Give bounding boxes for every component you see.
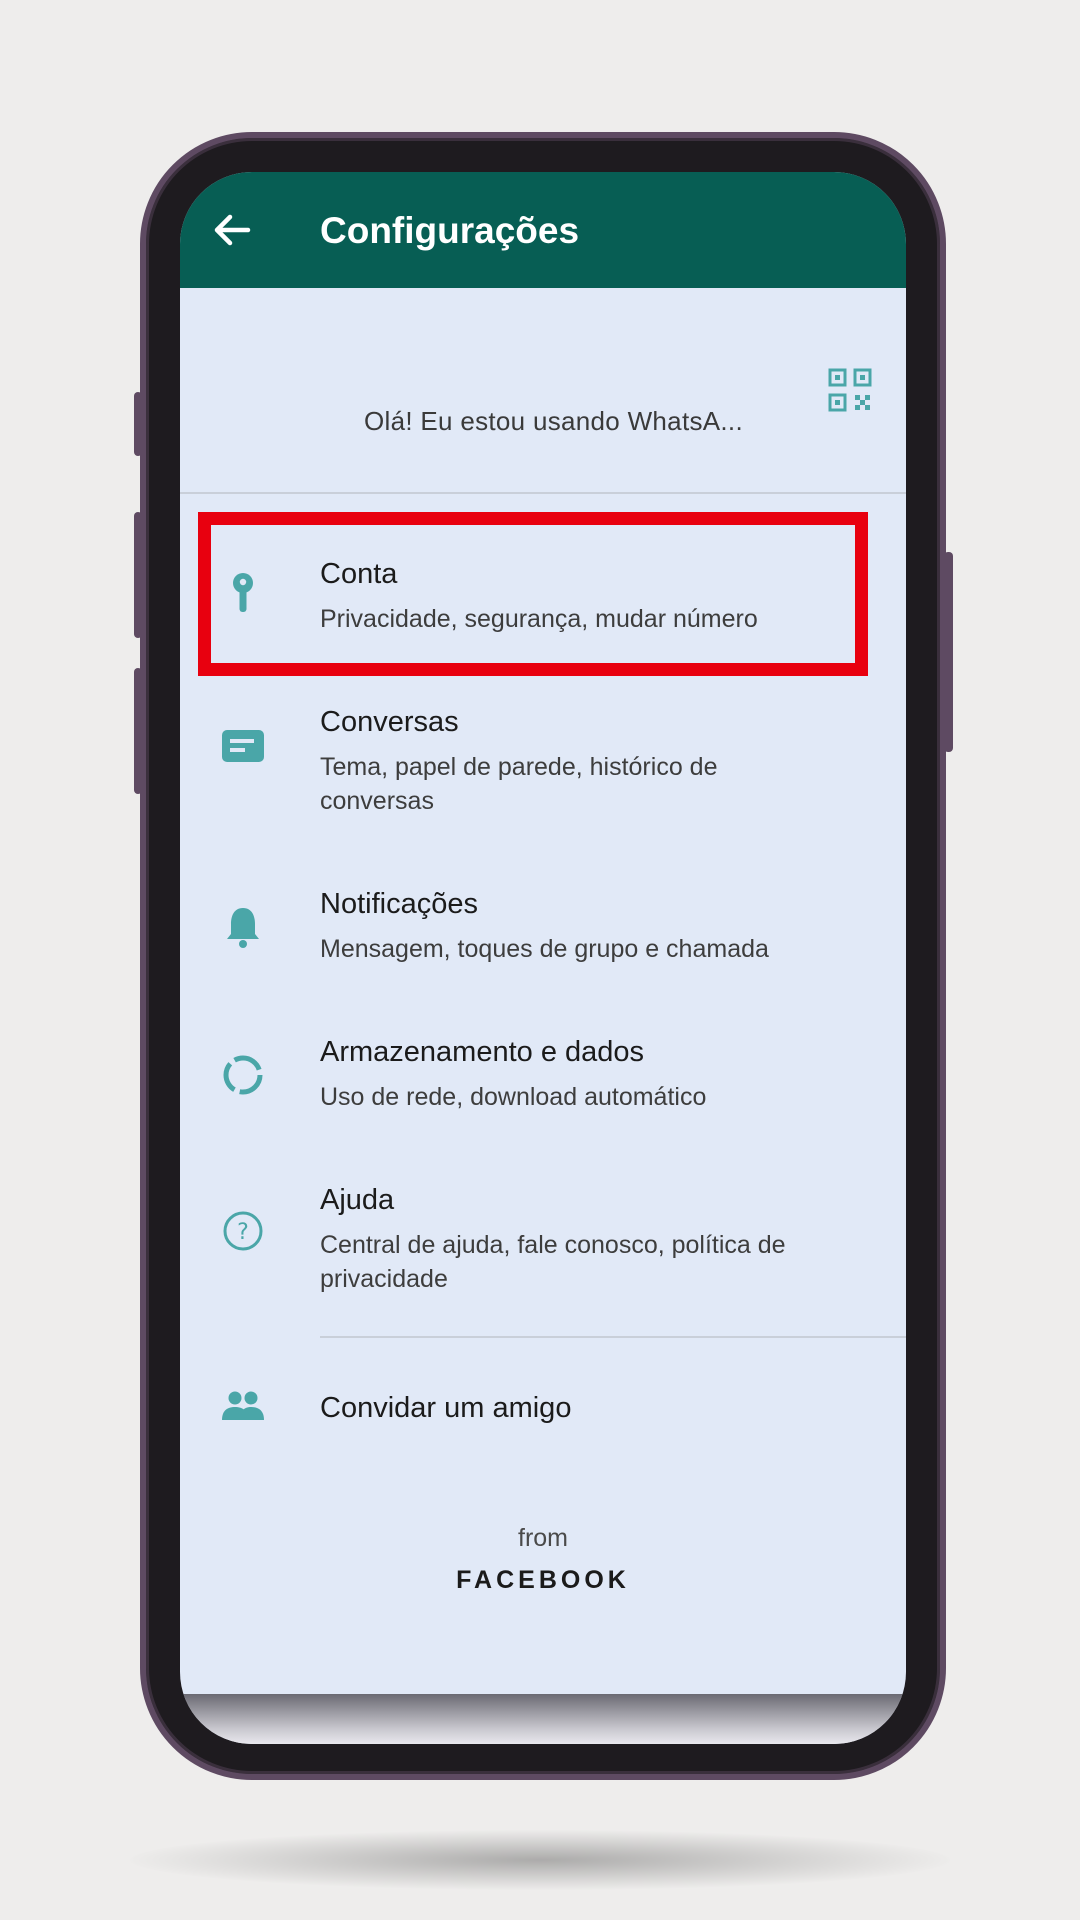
- help-icon: ?: [223, 1211, 263, 1251]
- invite-friend-item[interactable]: Convidar um amigo: [180, 1362, 906, 1452]
- settings-item-title: Conversas: [320, 706, 459, 738]
- settings-item-title: Armazenamento e dados: [320, 1036, 645, 1068]
- settings-item-subtitle: Tema, papel de parede, histórico de conv…: [320, 753, 718, 815]
- side-button-volume-up: [134, 512, 142, 638]
- page-title: Configurações: [320, 210, 580, 251]
- settings-item-subtitle: Mensagem, toques de grupo e chamada: [320, 935, 769, 963]
- bottom-navigation-bar: [180, 1694, 906, 1744]
- footer-from: from: [518, 1524, 568, 1552]
- side-button-volume-down: [134, 668, 142, 794]
- footer-brand: FACEBOOK: [456, 1566, 630, 1594]
- people-icon: [222, 1391, 264, 1420]
- settings-item-ajuda[interactable]: ? Ajuda Central de ajuda, fale conosco, …: [180, 1174, 906, 1304]
- invite-friend-label: Convidar um amigo: [320, 1392, 572, 1424]
- help-divider: [320, 1336, 906, 1338]
- profile-divider: [180, 492, 906, 494]
- side-button-mute: [134, 392, 142, 456]
- phone-shadow: [130, 1830, 950, 1890]
- arrow-left-icon[interactable]: [208, 206, 256, 254]
- highlight-box-conta: [198, 512, 868, 676]
- side-button-power: [944, 552, 953, 752]
- settings-item-subtitle: Central de ajuda, fale conosco, política…: [320, 1231, 786, 1293]
- data-usage-icon: [223, 1055, 263, 1095]
- settings-item-title: Notificações: [320, 888, 478, 920]
- phone-screen: Configurações Olá! Eu estou usando Whats…: [180, 172, 906, 1744]
- profile-status[interactable]: Olá! Eu estou usando WhatsA...: [364, 406, 743, 437]
- settings-item-conversas[interactable]: Conversas Tema, papel de parede, históri…: [180, 696, 906, 826]
- settings-item-title: Ajuda: [320, 1184, 395, 1216]
- settings-item-subtitle: Uso de rede, download automático: [320, 1083, 707, 1111]
- settings-item-armazenamento[interactable]: Armazenamento e dados Uso de rede, downl…: [180, 1026, 906, 1136]
- bell-icon: [227, 908, 259, 948]
- chat-icon: [222, 730, 264, 762]
- app-bar: Configurações: [180, 172, 906, 288]
- settings-item-notificacoes[interactable]: Notificações Mensagem, toques de grupo e…: [180, 878, 906, 988]
- svg-text:?: ?: [237, 1220, 249, 1245]
- qr-code-icon[interactable]: [828, 368, 872, 412]
